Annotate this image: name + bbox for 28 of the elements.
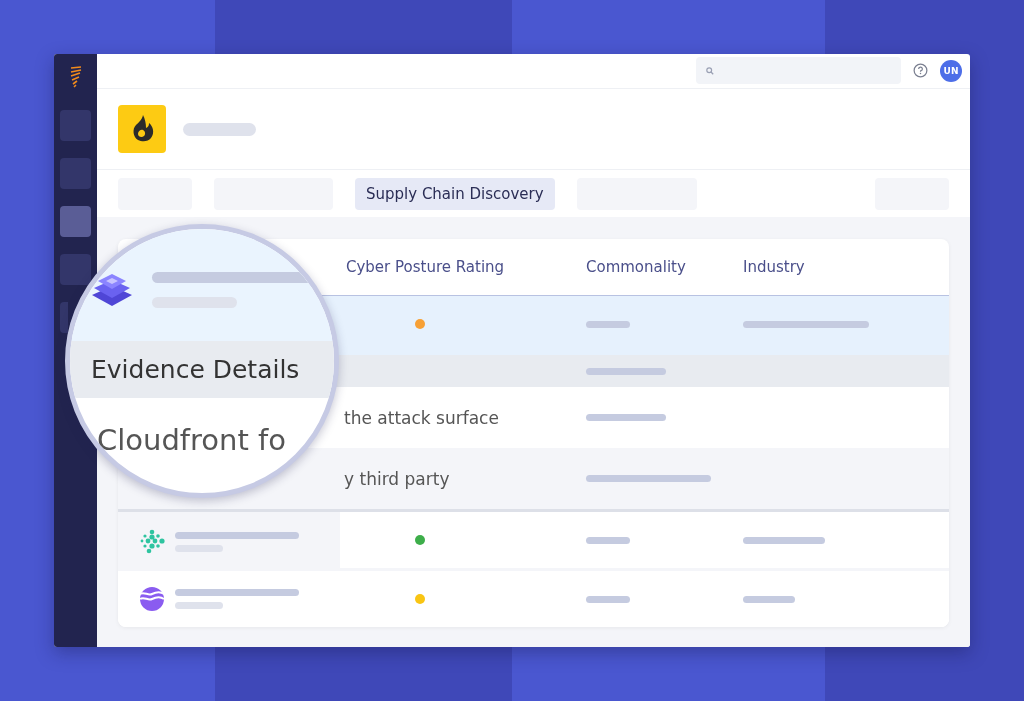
value-placeholder bbox=[586, 595, 630, 603]
evidence-text: the attack surface bbox=[344, 407, 499, 428]
search-icon bbox=[706, 66, 714, 75]
sidebar-item[interactable] bbox=[60, 302, 68, 333]
section-heading: Evidence Details bbox=[91, 355, 300, 384]
column-header[interactable]: Commonality bbox=[586, 258, 743, 276]
waves-logo-icon bbox=[139, 586, 165, 612]
table-row[interactable] bbox=[340, 512, 949, 568]
dots-logo-icon bbox=[139, 528, 165, 555]
user-avatar[interactable]: UN bbox=[940, 59, 962, 82]
evidence-text: y third party bbox=[344, 468, 450, 489]
sidebar-item[interactable] bbox=[60, 254, 91, 285]
column-header[interactable]: Cyber Posture Rating bbox=[346, 258, 586, 276]
stripes-logo-icon bbox=[69, 66, 82, 88]
subtitle-placeholder bbox=[175, 602, 223, 609]
evidence-text: Cloudfront fo bbox=[97, 423, 286, 457]
column-header[interactable]: Industry bbox=[743, 258, 949, 276]
flame-logo-icon bbox=[118, 105, 166, 154]
value-placeholder bbox=[743, 595, 795, 603]
sidebar-item[interactable] bbox=[60, 158, 91, 189]
search-field[interactable] bbox=[696, 57, 901, 85]
layers-logo-icon bbox=[90, 272, 134, 308]
value-placeholder bbox=[586, 536, 630, 544]
sidebar-item[interactable] bbox=[60, 206, 91, 237]
sidebar-item[interactable] bbox=[60, 110, 91, 141]
value-placeholder bbox=[586, 320, 630, 328]
help-icon[interactable] bbox=[913, 63, 928, 79]
tab[interactable]: Supply Chain Discovery bbox=[355, 177, 555, 210]
